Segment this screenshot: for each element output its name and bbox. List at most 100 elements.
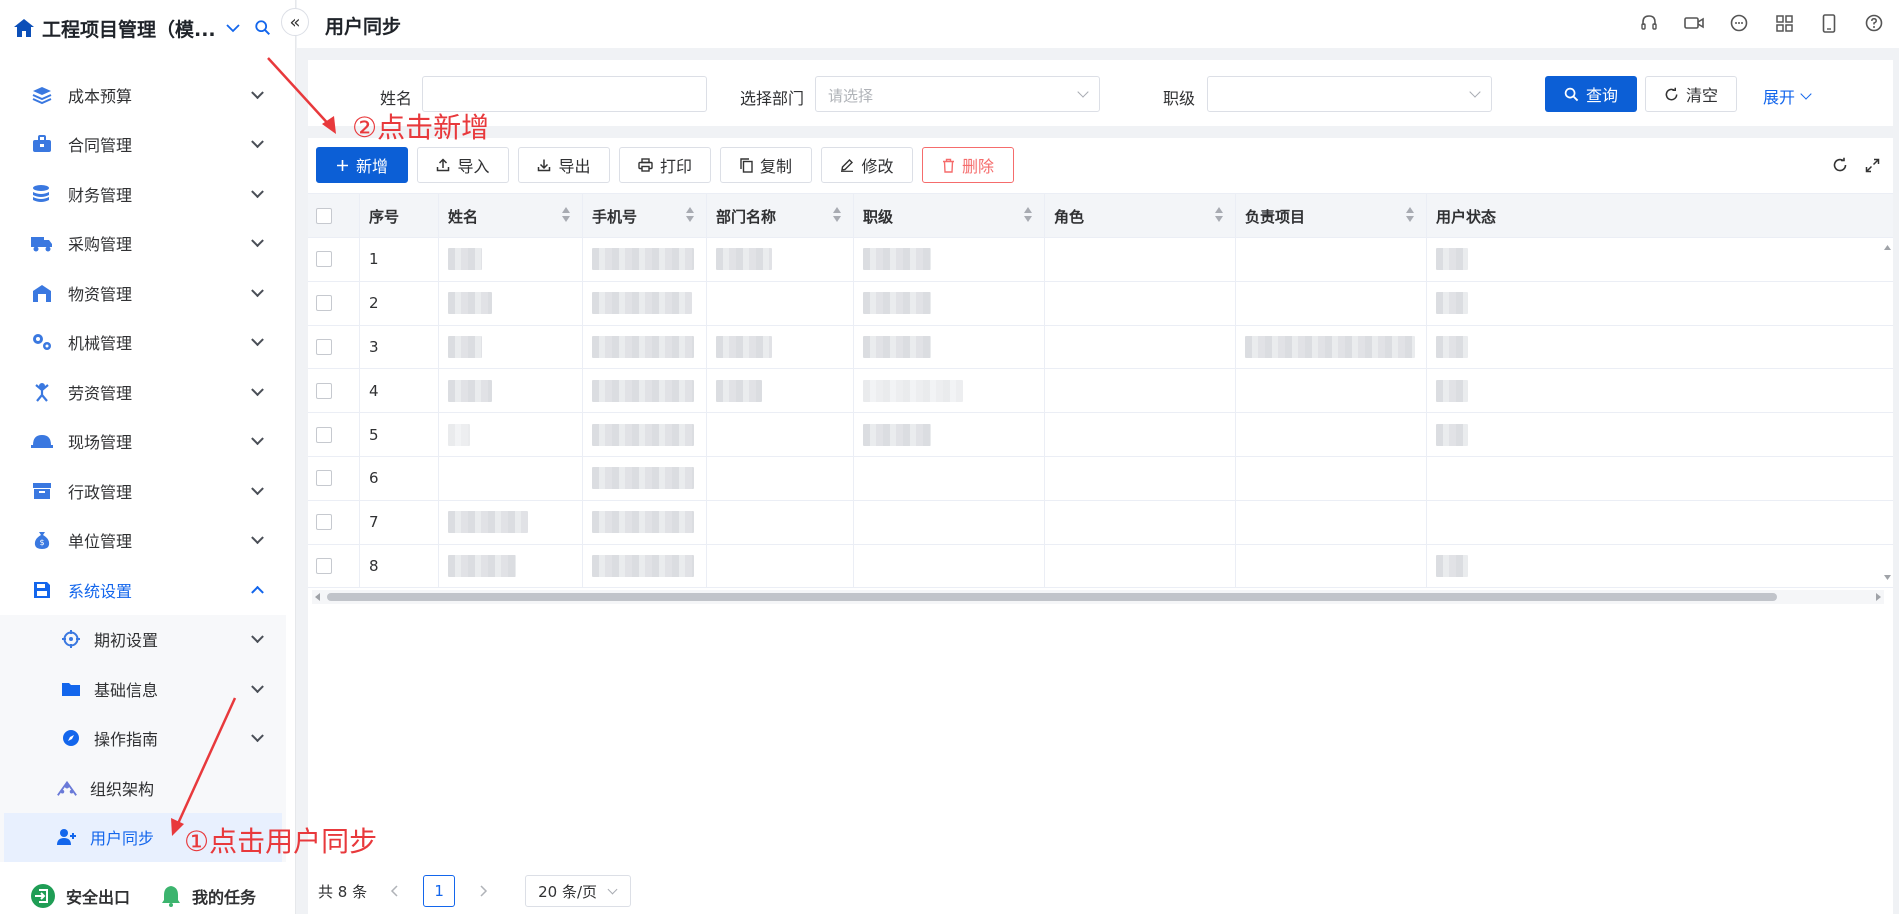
- chevron-left-icon[interactable]: [389, 885, 401, 897]
- sort-icon[interactable]: [833, 207, 841, 223]
- app-title[interactable]: 工程项目管理（模...: [42, 15, 216, 42]
- sidebar-item-system-settings[interactable]: 系统设置: [0, 565, 286, 615]
- top-header: 用户同步: [297, 0, 1899, 48]
- sort-icon[interactable]: [1215, 207, 1223, 223]
- export-button[interactable]: 导出: [518, 147, 610, 183]
- vertical-scrollbar[interactable]: [1882, 238, 1893, 588]
- print-label: 打印: [659, 157, 692, 176]
- copy-button[interactable]: 复制: [720, 147, 812, 183]
- my-tasks-button[interactable]: 我的任务: [160, 884, 256, 908]
- role-cell: [1045, 325, 1236, 369]
- row-checkbox[interactable]: [316, 382, 332, 399]
- table-row[interactable]: 4: [308, 369, 1893, 414]
- sidebar-item-basic-info[interactable]: 基础信息: [0, 664, 286, 714]
- sidebar-item-label: 劳资管理: [68, 383, 133, 403]
- horizontal-scrollbar[interactable]: [312, 590, 1884, 604]
- table-row[interactable]: 2: [308, 281, 1893, 326]
- column-header-department[interactable]: 部门名称: [707, 194, 854, 238]
- table-row[interactable]: 3: [308, 325, 1893, 370]
- column-header-level[interactable]: 职级: [854, 194, 1045, 238]
- page-title: 用户同步: [325, 16, 402, 38]
- row-checkbox[interactable]: [316, 295, 332, 312]
- sidebar-item-cost-budget[interactable]: 成本预算: [0, 70, 286, 120]
- row-checkbox[interactable]: [316, 557, 332, 574]
- sidebar-item-admin[interactable]: 行政管理: [0, 466, 286, 516]
- page-size-select[interactable]: 20 条/页: [525, 875, 632, 907]
- search-icon[interactable]: [254, 19, 272, 37]
- sort-icon[interactable]: [686, 207, 694, 223]
- delete-button[interactable]: 删除: [922, 147, 1014, 183]
- page-button-current[interactable]: 1: [423, 875, 456, 907]
- sidebar-item-machinery[interactable]: 机械管理: [0, 318, 286, 368]
- import-button[interactable]: 导入: [417, 147, 509, 183]
- row-checkbox[interactable]: [316, 426, 332, 443]
- table-row[interactable]: 7: [308, 500, 1893, 545]
- help-icon[interactable]: [1863, 12, 1885, 34]
- column-header-name[interactable]: 姓名: [439, 194, 583, 238]
- chevron-down-icon: [251, 531, 264, 545]
- sidebar-item-labor[interactable]: 劳资管理: [0, 367, 286, 417]
- sidebar-item-materials[interactable]: 物资管理: [0, 268, 286, 318]
- sidebar-item-contract[interactable]: 合同管理: [0, 120, 286, 170]
- chevron-right-icon[interactable]: [477, 885, 489, 897]
- project-cell: [1236, 456, 1427, 500]
- video-icon[interactable]: [1683, 12, 1705, 34]
- mobile-icon[interactable]: [1818, 12, 1840, 34]
- sidebar-footer: 安全出口 我的任务: [0, 878, 296, 914]
- department-label: 选择部门: [740, 89, 805, 108]
- level-select[interactable]: [1207, 76, 1492, 112]
- scroll-left-icon[interactable]: [315, 593, 320, 601]
- grid-icon[interactable]: [1773, 12, 1795, 34]
- column-header-phone[interactable]: 手机号: [583, 194, 707, 238]
- sidebar-item-purchase[interactable]: 采购管理: [0, 219, 286, 269]
- sidebar-item-initial-settings[interactable]: 期初设置: [0, 615, 286, 665]
- sidebar-item-finance[interactable]: 财务管理: [0, 169, 286, 219]
- print-button[interactable]: 打印: [619, 147, 711, 183]
- fullscreen-icon[interactable]: [1863, 156, 1881, 174]
- sort-icon[interactable]: [562, 207, 570, 223]
- sidebar-item-guide[interactable]: 操作指南: [0, 714, 286, 764]
- table-row[interactable]: 8: [308, 544, 1893, 589]
- expand-link[interactable]: 展开: [1763, 84, 1812, 108]
- scrollbar-thumb[interactable]: [327, 593, 1777, 601]
- edit-button[interactable]: 修改: [821, 147, 913, 183]
- collapse-sidebar-button[interactable]: «: [281, 8, 309, 36]
- safe-exit-button[interactable]: 安全出口: [30, 883, 130, 909]
- table-row[interactable]: 5: [308, 413, 1893, 457]
- row-checkbox[interactable]: [316, 338, 332, 355]
- chevron-down-icon: [251, 284, 264, 297]
- phone-cell: [583, 544, 707, 588]
- query-button[interactable]: 查询: [1545, 76, 1637, 112]
- department-select[interactable]: 请选择: [815, 76, 1100, 112]
- headset-icon[interactable]: [1638, 12, 1660, 34]
- column-header-role[interactable]: 角色: [1045, 194, 1236, 238]
- row-checkbox[interactable]: [316, 470, 332, 487]
- scroll-right-icon[interactable]: [1876, 593, 1881, 601]
- sidebar-item-org[interactable]: 组织架构: [0, 763, 286, 813]
- project-cell: [1236, 500, 1427, 544]
- chevron-down-icon[interactable]: [226, 19, 240, 37]
- chevron-down-icon: [251, 383, 264, 396]
- sort-icon[interactable]: [1406, 207, 1414, 223]
- sidebar-item-site[interactable]: 现场管理: [0, 417, 286, 467]
- sidebar-item-label: 组织架构: [90, 779, 155, 799]
- table-row[interactable]: 6: [308, 456, 1893, 501]
- clear-button[interactable]: 清空: [1645, 76, 1737, 112]
- sort-icon[interactable]: [1024, 207, 1032, 223]
- chat-icon[interactable]: [1728, 12, 1750, 34]
- name-cell: [439, 238, 583, 281]
- sidebar-item-unit[interactable]: $ 单位管理: [0, 516, 286, 566]
- select-all-checkbox[interactable]: [316, 208, 332, 224]
- svg-text:$: $: [39, 538, 44, 547]
- project-cell: [1236, 413, 1427, 456]
- name-cell: [439, 456, 583, 500]
- edit-label: 修改: [861, 157, 894, 176]
- add-button[interactable]: 新增: [316, 147, 408, 183]
- table-row[interactable]: 1: [308, 238, 1893, 282]
- refresh-icon[interactable]: [1831, 156, 1849, 174]
- column-header-project[interactable]: 负责项目: [1236, 194, 1427, 238]
- row-checkbox[interactable]: [316, 251, 332, 268]
- row-checkbox[interactable]: [316, 514, 332, 531]
- home-icon[interactable]: [12, 16, 36, 40]
- my-tasks-label: 我的任务: [192, 888, 257, 907]
